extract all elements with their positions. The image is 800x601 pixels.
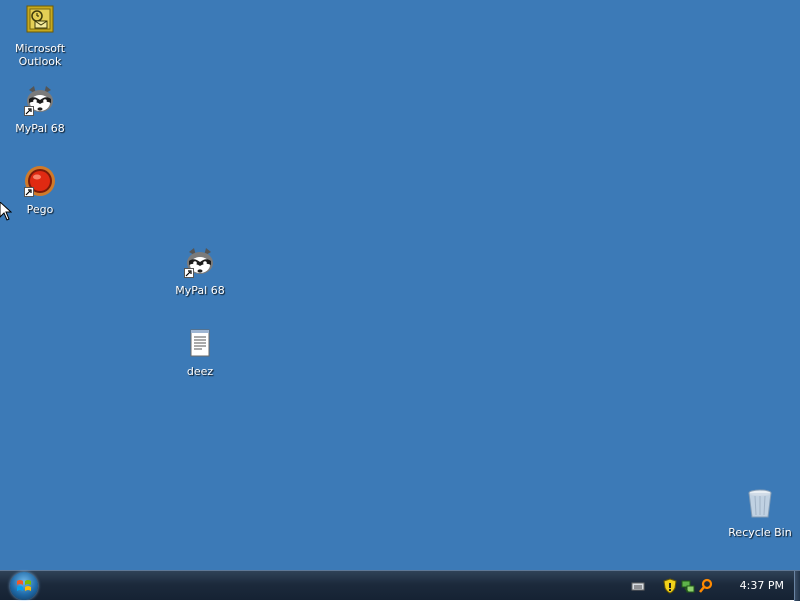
desktop[interactable]: Microsoft Outlook MyPal 68 Pego MyPal 68… (0, 0, 800, 570)
show-desktop-button[interactable] (794, 571, 800, 601)
security-shield-icon[interactable] (662, 578, 678, 594)
desktop-icon-microsoft-outlook[interactable]: Microsoft Outlook (0, 4, 80, 68)
network-icon[interactable] (680, 578, 696, 594)
desktop-icon-recycle-bin[interactable]: Recycle Bin (720, 488, 800, 539)
desktop-icon-mypal-68[interactable]: MyPal 68 (0, 84, 80, 135)
desktop-icon-label: Pego (26, 203, 54, 216)
taskbar: 4:37 PM (0, 570, 800, 601)
desktop-icon-label: MyPal 68 (15, 122, 65, 135)
raccoon-icon (24, 84, 56, 116)
desktop-icon-label: deez (186, 365, 214, 378)
desktop-icon-label: Recycle Bin (728, 526, 792, 539)
outlook-icon (24, 4, 56, 36)
raccoon-icon (184, 246, 216, 278)
search-icon[interactable] (698, 578, 714, 594)
windows-orb-icon (17, 580, 31, 591)
taskbar-clock[interactable]: 4:37 PM (740, 579, 784, 592)
recycle-bin-icon (744, 488, 776, 520)
start-button[interactable] (10, 572, 38, 600)
desktop-icon-pego[interactable]: Pego (0, 165, 80, 216)
red-orb-icon (24, 165, 56, 197)
mouse-cursor-icon (0, 201, 13, 222)
desktop-icon-label: Microsoft Outlook (14, 42, 66, 68)
system-tray: 4:37 PM (630, 571, 792, 601)
shortcut-arrow-icon (24, 106, 34, 116)
keyboard-icon[interactable] (630, 578, 646, 594)
desktop-icon-mypal-68[interactable]: MyPal 68 (160, 246, 240, 297)
desktop-icon-label: MyPal 68 (175, 284, 225, 297)
shortcut-arrow-icon (24, 187, 34, 197)
shortcut-arrow-icon (184, 268, 194, 278)
desktop-icon-deez[interactable]: deez (160, 327, 240, 378)
text-document-icon (184, 327, 216, 359)
